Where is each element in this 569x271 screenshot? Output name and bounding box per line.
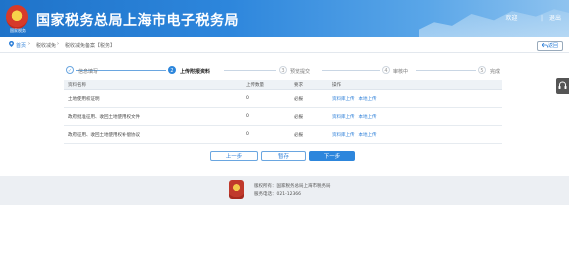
step-connector bbox=[416, 70, 476, 71]
step-5-indicator: 5 bbox=[478, 66, 486, 74]
step-2-indicator: 2 bbox=[168, 66, 176, 74]
header-material-name: 资料名称 bbox=[64, 80, 242, 90]
material-name: 政府征用、收回土地使用权补偿协议 bbox=[64, 125, 242, 144]
site-title: 国家税务总局上海市电子税务局 bbox=[36, 13, 239, 29]
upload-count: 0 bbox=[242, 125, 290, 144]
welcome-text: 欢迎 bbox=[505, 15, 518, 22]
breadcrumb-home[interactable]: 首页 bbox=[16, 42, 26, 49]
breadcrumb-separator: › bbox=[28, 41, 30, 47]
step-connector bbox=[224, 70, 276, 71]
attachments-table: 资料名称 上传数量 要求 操作 土地使用权证明 0 必报 资料库上传 本地上传 政… bbox=[64, 80, 502, 144]
operation-cell: 资料库上传 本地上传 bbox=[328, 89, 502, 108]
header-user-links: 欢迎 | 退出 bbox=[499, 13, 561, 22]
breadcrumb: 首页 › 税收减免 › 税收减免备案【税务】 bbox=[0, 38, 569, 53]
requirement: 必报 bbox=[290, 107, 328, 126]
user-name[interactable] bbox=[524, 15, 535, 22]
local-upload-link[interactable]: 本地上传 bbox=[359, 97, 377, 102]
breadcrumb-current: 税收减免备案【税务】 bbox=[65, 43, 116, 49]
step-2-label: 上传附报资料 bbox=[180, 69, 211, 75]
location-pin-icon bbox=[9, 41, 14, 47]
requirement: 必报 bbox=[290, 89, 328, 108]
logo-caption: 国家税务 bbox=[10, 28, 26, 33]
customer-service-float[interactable] bbox=[556, 78, 569, 94]
header-banner: 国家税务 国家税务总局上海市电子税务局 欢迎 | 退出 bbox=[0, 0, 569, 37]
headset-icon bbox=[558, 81, 567, 89]
table-row: 土地使用权证明 0 必报 资料库上传 本地上传 bbox=[64, 89, 502, 108]
operation-cell: 资料库上传 本地上传 bbox=[328, 107, 502, 126]
step-1-check-icon: ✓ bbox=[66, 66, 74, 74]
upload-count: 0 bbox=[242, 89, 290, 108]
logout-link[interactable]: 退出 bbox=[549, 15, 561, 22]
step-4-label: 审核中 bbox=[393, 69, 409, 75]
requirement: 必报 bbox=[290, 125, 328, 144]
local-upload-link[interactable]: 本地上传 bbox=[359, 115, 377, 120]
table-row: 政府征用、收回土地使用权补偿协议 0 必报 资料库上传 本地上传 bbox=[64, 125, 502, 144]
table-header-row: 资料名称 上传数量 要求 操作 bbox=[64, 80, 502, 90]
footer-copyright: 版权所有：国家税务总局上海市税务局 bbox=[254, 184, 331, 189]
library-upload-link[interactable]: 资料库上传 bbox=[332, 115, 355, 120]
tax-emblem-icon bbox=[229, 180, 244, 199]
library-upload-link[interactable]: 资料库上传 bbox=[332, 97, 355, 102]
step-4-indicator: 4 bbox=[382, 66, 390, 74]
step-5-label: 完成 bbox=[490, 69, 501, 75]
table-row: 政府批准征用、收回土地使用权文件 0 必报 资料库上传 本地上传 bbox=[64, 107, 502, 126]
breadcrumb-separator: › bbox=[57, 41, 59, 47]
operation-cell: 资料库上传 本地上传 bbox=[328, 125, 502, 144]
step-1-label: 信息填写 bbox=[78, 69, 99, 75]
step-connector bbox=[322, 70, 380, 71]
step-3-indicator: 3 bbox=[279, 66, 287, 74]
back-button-label: 返回 bbox=[547, 43, 558, 49]
footer-phone: 服务电话：021-12366 bbox=[254, 192, 302, 197]
material-name: 政府批准征用、收回土地使用权文件 bbox=[64, 107, 242, 126]
local-upload-link[interactable]: 本地上传 bbox=[359, 133, 377, 138]
back-button[interactable]: 返回 bbox=[537, 41, 563, 51]
progress-stepper: ✓ 信息填写 2 上传附报资料 3 预览提交 4 审核中 5 完成 bbox=[64, 64, 504, 76]
breadcrumb-tax-reduction[interactable]: 税收减免 bbox=[36, 42, 56, 49]
header-operation: 操作 bbox=[328, 80, 502, 90]
library-upload-link[interactable]: 资料库上传 bbox=[332, 133, 355, 138]
header-upload-count: 上传数量 bbox=[242, 80, 290, 90]
tax-emblem-logo bbox=[6, 5, 28, 29]
material-name: 土地使用权证明 bbox=[64, 89, 242, 108]
previous-step-button[interactable]: 上一步 bbox=[210, 151, 258, 161]
upload-count: 0 bbox=[242, 107, 290, 126]
header-separator: | bbox=[540, 15, 543, 22]
header-requirement: 要求 bbox=[290, 80, 328, 90]
save-draft-button[interactable]: 暂存 bbox=[261, 151, 306, 161]
next-step-button[interactable]: 下一步 bbox=[309, 151, 355, 161]
step-3-label: 预览提交 bbox=[290, 69, 311, 75]
